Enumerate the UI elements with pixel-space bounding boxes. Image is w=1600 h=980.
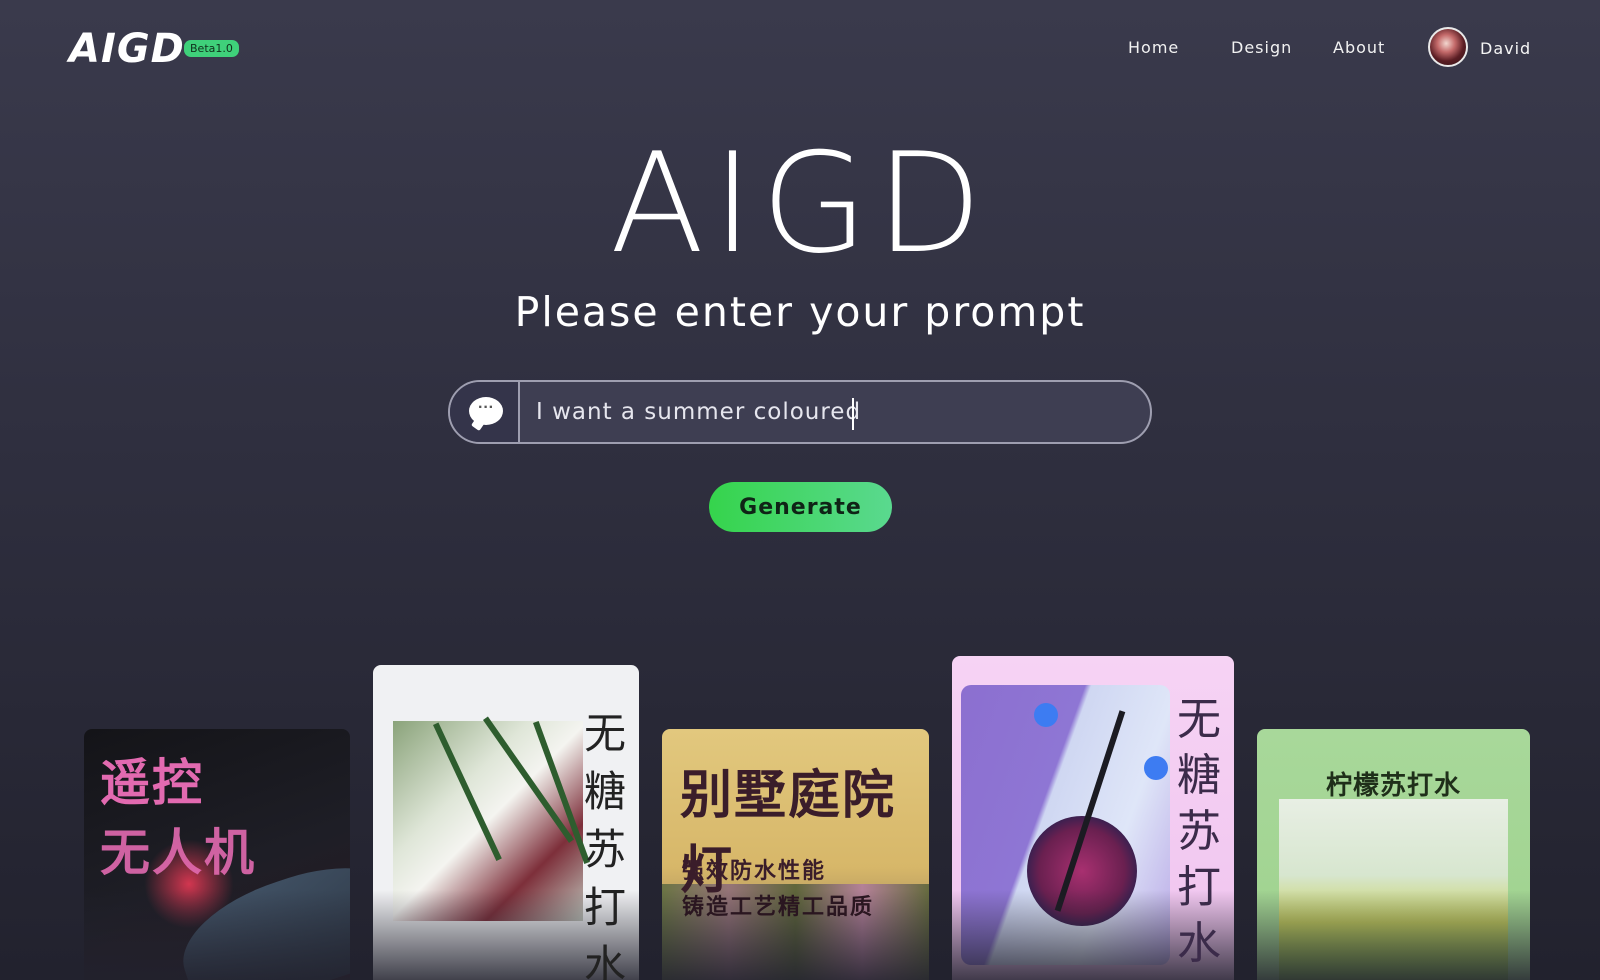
design-card-lamp[interactable]: 别墅庭院灯 强效防水性能 铸造工艺精工品质 — [662, 729, 929, 980]
card-title: 柠檬苏打水 — [1325, 771, 1461, 801]
design-card-lemon-soda[interactable]: 柠檬苏打水 — [1257, 729, 1530, 980]
nav-design[interactable]: Design — [1231, 38, 1292, 57]
design-card-soda-2[interactable]: 无糖苏打水 — [952, 656, 1234, 980]
generate-button[interactable]: Generate — [709, 482, 892, 532]
blue-dot-decoration — [1034, 703, 1058, 727]
beta-badge: Beta1.0 — [184, 40, 239, 57]
card-subtitle-2: 铸造工艺精工品质 — [682, 895, 875, 920]
nav-about[interactable]: About — [1333, 38, 1385, 57]
nav-home[interactable]: Home — [1128, 38, 1179, 57]
user-name[interactable]: David — [1480, 39, 1531, 58]
blue-dot-decoration — [1144, 756, 1168, 780]
card-title-line2: 无人机 — [100, 824, 256, 882]
top-header: AIGD Beta1.0 Home Design About David — [0, 0, 1600, 100]
hero-subtitle: Please enter your prompt — [514, 288, 1086, 336]
prompt-icon-cell: ··· — [450, 382, 520, 442]
prompt-box: ··· — [448, 380, 1152, 444]
chat-bubble-icon: ··· — [469, 397, 503, 425]
card-vertical-title: 无糖苏打水 — [583, 709, 626, 980]
text-caret — [852, 398, 854, 430]
design-card-soda-1[interactable]: 无糖苏打水 — [373, 665, 639, 980]
prompt-input[interactable] — [536, 390, 1126, 434]
card-title-line1: 遥控 — [100, 754, 204, 812]
app-logo[interactable]: AIGD — [69, 26, 185, 72]
hero-title: AIGD — [609, 123, 991, 284]
card-vertical-title: 无糖苏打水 — [1177, 694, 1221, 969]
user-avatar[interactable] — [1428, 27, 1468, 67]
design-card-drone[interactable]: 遥控 无人机 — [84, 729, 350, 980]
jar-photo — [1279, 799, 1508, 980]
card-subtitle-1: 强效防水性能 — [682, 859, 827, 884]
